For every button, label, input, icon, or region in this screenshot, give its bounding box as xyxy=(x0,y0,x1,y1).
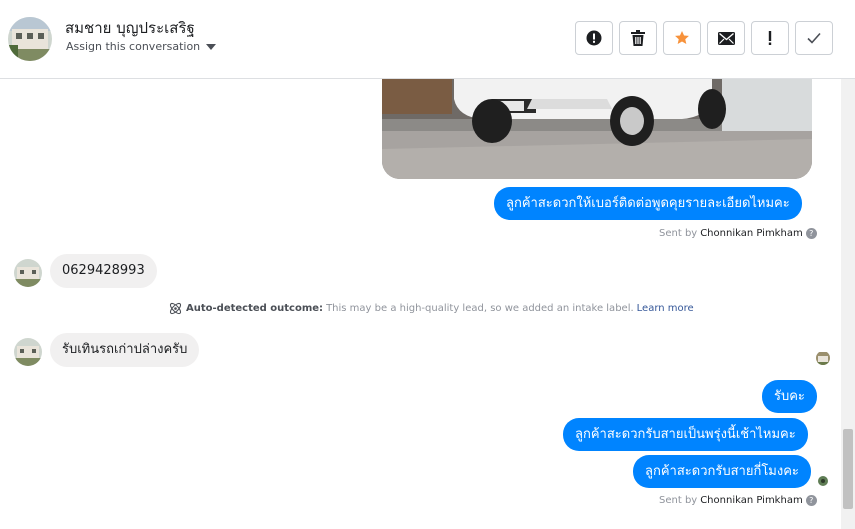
assign-label: Assign this conversation xyxy=(66,40,201,53)
caret-down-icon xyxy=(206,43,217,50)
help-icon[interactable]: ? xyxy=(805,495,817,506)
trash-icon xyxy=(631,30,645,46)
incoming-message[interactable]: 0629428993 xyxy=(50,254,157,288)
scrollbar-thumb[interactable] xyxy=(843,429,853,509)
check-icon xyxy=(807,32,821,44)
assign-conversation-dropdown[interactable]: Assign this conversation xyxy=(66,40,217,53)
conversation-actions xyxy=(575,21,833,55)
conversation-header: สมชาย บุญประเสริฐ Assign this conversati… xyxy=(0,0,855,79)
sent-by-label: Sent by Chonnikan Pimkham ? xyxy=(659,495,817,506)
help-icon[interactable]: ? xyxy=(805,228,817,239)
sent-by-prefix: Sent by xyxy=(659,228,698,239)
envelope-icon xyxy=(717,31,735,45)
seen-avatar xyxy=(816,473,830,487)
delete-button[interactable] xyxy=(619,21,657,55)
outgoing-message[interactable]: ลูกค้าสะดวกให้เบอร์ติดต่อพูดคุยรายละเอีย… xyxy=(494,187,802,220)
contact-avatar-small[interactable] xyxy=(14,259,42,287)
outgoing-message[interactable]: รับคะ xyxy=(762,380,817,413)
incoming-message[interactable]: รับเทินรถเก่าปล่างครับ xyxy=(50,333,200,367)
contact-avatar-small[interactable] xyxy=(14,338,42,366)
atom-icon xyxy=(169,302,182,315)
agent-name[interactable]: Chonnikan Pimkham xyxy=(700,495,802,506)
follow-up-button[interactable] xyxy=(751,21,789,55)
star-button[interactable] xyxy=(663,21,701,55)
mark-unread-button[interactable] xyxy=(707,21,745,55)
star-icon xyxy=(675,31,689,44)
auto-detected-outcome: Auto-detected outcome: This may be a hig… xyxy=(168,301,694,316)
thread-scrollbar[interactable] xyxy=(841,79,855,529)
contact-name: สมชาย บุญประเสริฐ xyxy=(65,19,195,37)
read-receipt-avatar xyxy=(816,351,830,365)
exclamation-circle-icon xyxy=(586,30,602,46)
outcome-label: Auto-detected outcome: xyxy=(186,303,324,314)
report-spam-button[interactable] xyxy=(575,21,613,55)
contact-avatar[interactable] xyxy=(8,17,52,61)
outgoing-message[interactable]: ลูกค้าสะดวกรับสายเป็นพรุ่งนี้เช้าไหมคะ xyxy=(563,418,808,451)
mark-done-button[interactable] xyxy=(795,21,833,55)
sent-by-label: Sent by Chonnikan Pimkham ? xyxy=(659,228,817,239)
learn-more-link[interactable]: Learn more xyxy=(637,303,694,314)
agent-name[interactable]: Chonnikan Pimkham xyxy=(700,228,802,239)
exclamation-icon xyxy=(768,31,772,45)
outgoing-message[interactable]: ลูกค้าสะดวกรับสายกี่โมงคะ xyxy=(633,455,811,488)
outcome-text: This may be a high-quality lead, so we a… xyxy=(326,303,634,314)
message-thread: ลูกค้าสะดวกให้เบอร์ติดต่อพูดคุยรายละเอีย… xyxy=(0,79,841,529)
sent-by-prefix: Sent by xyxy=(659,495,698,506)
attached-car-photo[interactable] xyxy=(382,79,812,179)
